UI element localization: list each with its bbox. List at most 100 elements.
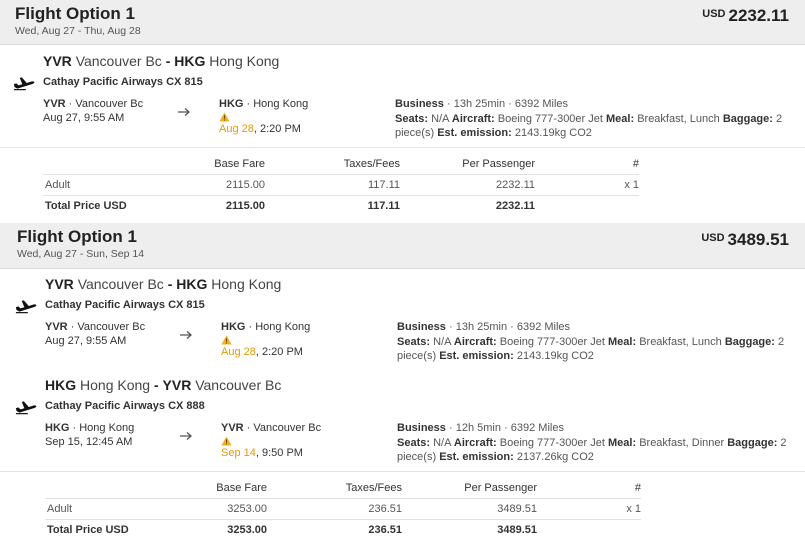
price-currency: USD <box>702 8 726 20</box>
total-row: Total Price USD 3253.00 236.51 3489.51 <box>45 518 641 540</box>
route-from-city: Hong Kong <box>80 377 151 393</box>
warning-icon <box>219 112 230 122</box>
aircraft-label: Aircraft: <box>451 112 495 125</box>
airline-flight-number: Cathay Pacific Airways CX 888 <box>45 400 205 412</box>
fare-header-per-passenger: Per Passenger <box>462 158 535 171</box>
table-row: Adult 2115.00 117.11 2232.11 x 1 <box>43 173 639 195</box>
route-from-code: HKG <box>45 377 77 393</box>
total-row: Total Price USD 2115.00 117.11 2232.11 <box>43 194 639 216</box>
arrival-code: HKG <box>221 321 246 333</box>
fare-header-label <box>45 479 159 498</box>
fare-header-per-passenger: Per Passenger <box>464 482 537 495</box>
aircraft-value: Boeing 777-300er Jet <box>499 335 605 348</box>
price-amount: 2232.11 <box>728 6 789 25</box>
meal-value: Breakfast, Dinner <box>639 436 725 449</box>
route-from-city: Vancouver Bc <box>75 53 162 69</box>
base-fare-value: 2115.00 <box>157 173 265 195</box>
emission-label: Est. emission: <box>439 451 514 463</box>
arrival-date: Sep 14 <box>221 447 256 459</box>
fare-header-count: # <box>634 482 641 495</box>
baggage-label: Baggage: <box>724 335 775 348</box>
meal-value: Breakfast, Lunch <box>637 112 720 125</box>
arrow-right-icon <box>179 431 193 441</box>
option-dates: Wed, Aug 27 - Thu, Aug 28 <box>15 25 141 37</box>
fare-header-base: Base Fare <box>216 482 267 495</box>
meal-label: Meal: <box>608 436 637 449</box>
arrival-code: HKG <box>219 98 244 110</box>
per-passenger-value: 3489.51 <box>402 497 537 519</box>
arrival-city: Vancouver Bc <box>253 422 322 434</box>
airline-flight-number: Cathay Pacific Airways CX 815 <box>45 299 205 311</box>
fare-header-taxes: Taxes/Fees <box>345 482 402 495</box>
arrival-clock: , 9:50 PM <box>255 447 303 459</box>
seats-value: N/A <box>431 112 449 125</box>
arrival-info: HKG · Hong Kong <box>221 321 311 333</box>
baggage-label: Baggage: <box>727 436 778 449</box>
departure-code: HKG <box>45 422 70 434</box>
flight-details: Business · 13h 25min · 6392 Miles Seats:… <box>397 321 785 362</box>
option-header: Flight Option 1 Wed, Aug 27 - Sun, Sep 1… <box>0 223 805 269</box>
base-fare-value: 3253.00 <box>159 497 267 519</box>
taxes-value: 117.11 <box>265 173 400 195</box>
aircraft-label: Aircraft: <box>453 436 497 449</box>
arrival-code: YVR <box>221 422 244 434</box>
departure-city: Vancouver Bc <box>75 98 144 110</box>
flight-option-card: Flight Option 1 Wed, Aug 27 - Thu, Aug 2… <box>0 0 805 222</box>
total-base-fare: 2115.00 <box>157 194 265 216</box>
seats-value: N/A <box>433 335 451 348</box>
segment-route: HKG Hong Kong - YVR Vancouver Bc <box>45 377 282 393</box>
fare-header-count: # <box>632 158 639 171</box>
fare-header-taxes: Taxes/Fees <box>343 158 400 171</box>
plane-icon <box>15 399 37 415</box>
route-from-code: YVR <box>43 53 72 69</box>
flight-duration: 12h 5min <box>455 422 501 434</box>
arrival-date: Aug 28 <box>221 346 256 358</box>
flight-distance: 6392 Miles <box>514 98 569 110</box>
fare-header-row: Base Fare Taxes/Fees Per Passenger # <box>45 479 641 498</box>
emission-value: 2143.19kg CO2 <box>514 127 592 139</box>
total-count <box>535 194 639 216</box>
price-amount: 3489.51 <box>727 230 789 249</box>
arrival-info: YVR · Vancouver Bc <box>221 422 322 434</box>
option-price: USD 2232.11 <box>702 6 789 26</box>
plane-icon <box>13 75 35 91</box>
arrival-city: Hong Kong <box>255 321 311 333</box>
arrival-clock: , 2:20 PM <box>255 346 303 358</box>
passenger-type: Adult <box>43 173 157 195</box>
route-to-city: Vancouver Bc <box>195 377 282 393</box>
departure-time: Aug 27, 9:55 AM <box>45 335 127 347</box>
fare-table: Base Fare Taxes/Fees Per Passenger # Adu… <box>43 155 639 216</box>
cabin-class: Business <box>397 321 446 333</box>
arrival-info: HKG · Hong Kong <box>219 98 309 110</box>
departure-city: Hong Kong <box>79 422 135 434</box>
departure-time: Sep 15, 12:45 AM <box>45 436 133 448</box>
arrow-right-icon <box>179 330 193 340</box>
meal-value: Breakfast, Lunch <box>639 335 722 348</box>
arrival-time: Aug 28, 2:20 PM <box>221 346 303 358</box>
option-title: Flight Option 1 <box>15 4 135 23</box>
option-price: USD 3489.51 <box>701 230 789 250</box>
seats-label: Seats: <box>397 335 431 348</box>
arrival-clock: , 2:20 PM <box>253 123 301 135</box>
aircraft-label: Aircraft: <box>453 335 497 348</box>
airline-flight-number: Cathay Pacific Airways CX 815 <box>43 76 203 88</box>
aircraft-value: Boeing 777-300er Jet <box>497 112 603 125</box>
flight-details: Business · 13h 25min · 6392 Miles Seats:… <box>395 98 783 139</box>
emission-label: Est. emission: <box>439 350 514 362</box>
price-currency: USD <box>701 232 725 244</box>
arrival-time: Sep 14, 9:50 PM <box>221 447 303 459</box>
departure-info: YVR · Vancouver Bc Aug 27, 9:55 AM <box>45 321 146 347</box>
departure-info: YVR · Vancouver Bc Aug 27, 9:55 AM <box>43 98 144 124</box>
total-taxes: 117.11 <box>265 194 400 216</box>
total-count <box>537 518 641 540</box>
route-from-code: YVR <box>45 276 74 292</box>
per-passenger-value: 2232.11 <box>400 173 535 195</box>
option-title: Flight Option 1 <box>17 227 137 246</box>
arrow-right-icon <box>177 107 191 117</box>
emission-label: Est. emission: <box>437 127 512 139</box>
total-per-passenger: 2232.11 <box>400 194 535 216</box>
flight-option-card: Flight Option 1 Wed, Aug 27 - Sun, Sep 1… <box>0 223 805 543</box>
total-per-passenger: 3489.51 <box>402 518 537 540</box>
baggage-label: Baggage: <box>722 112 773 125</box>
passenger-count: x 1 <box>535 173 639 195</box>
